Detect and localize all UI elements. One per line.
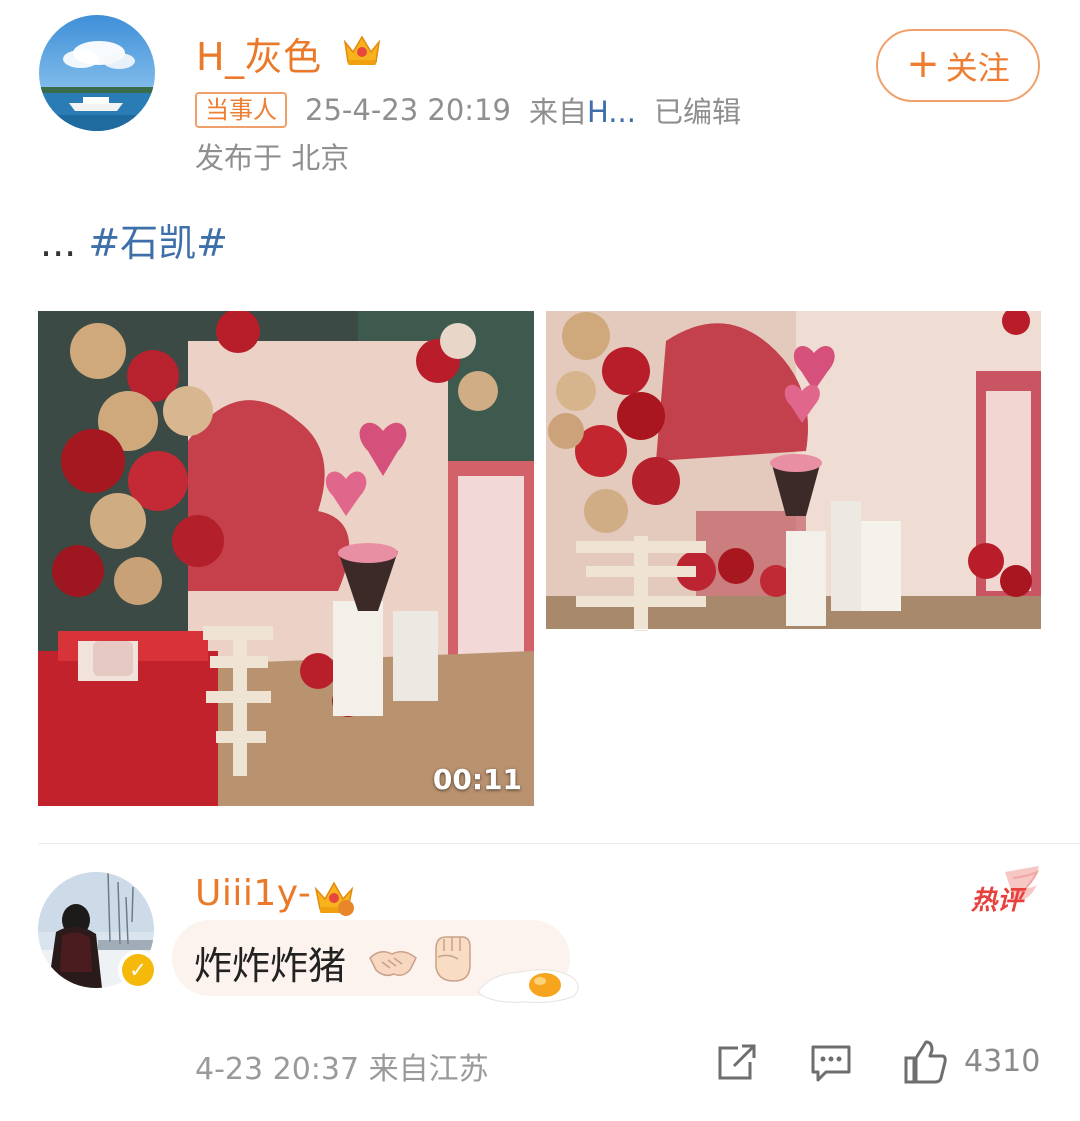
post-text: ... #石凯# xyxy=(40,212,228,267)
comment-text: 炸炸炸猪 xyxy=(194,944,347,988)
divider xyxy=(38,843,1080,844)
share-icon[interactable] xyxy=(716,1044,758,1082)
follow-button[interactable]: + 关注 xyxy=(876,29,1040,102)
handshake-emoji-icon xyxy=(369,951,417,977)
video-thumbnail[interactable]: 00:11 xyxy=(38,311,534,806)
comment-username[interactable]: Uiii1y- xyxy=(195,873,311,914)
photo-thumbnail[interactable] xyxy=(546,311,1041,806)
comment-icon[interactable] xyxy=(810,1044,852,1082)
fried-egg-sticker-icon xyxy=(477,969,579,1003)
source-prefix: 来自 xyxy=(528,95,587,129)
plus-icon: + xyxy=(906,40,940,87)
post-meta: 当事人 25-4-23 20:19 来自H... 已编辑 xyxy=(195,90,741,130)
vip-crown-icon xyxy=(314,881,354,916)
like-icon[interactable] xyxy=(902,1040,948,1084)
video-duration: 00:11 xyxy=(432,763,522,796)
hot-comment-label: 热评 xyxy=(971,886,1024,916)
post-source[interactable]: 来自H... xyxy=(529,89,636,131)
verified-badge-icon: ✓ xyxy=(118,950,158,990)
edited-label[interactable]: 已编辑 xyxy=(654,89,741,131)
like-count: 4310 xyxy=(964,1044,1041,1079)
vip-crown-icon xyxy=(343,35,381,65)
post-text-prefix: ... xyxy=(40,221,77,265)
post-location: 发布于 北京 xyxy=(195,141,350,175)
post-author-avatar[interactable] xyxy=(39,15,155,131)
comment-source: 来自江苏 xyxy=(368,1052,489,1087)
hot-comment-badge: 热评 xyxy=(965,866,1043,918)
post-time: 25-4-23 20:19 xyxy=(305,93,511,127)
fist-emoji-icon xyxy=(435,936,471,982)
party-tag: 当事人 xyxy=(195,92,287,128)
post-username[interactable]: H_灰色 xyxy=(196,26,322,81)
source-name[interactable]: H... xyxy=(587,95,636,129)
comment-meta: 4-23 20:37 来自江苏 xyxy=(195,1044,489,1088)
follow-label: 关注 xyxy=(945,48,1010,87)
comment-time: 4-23 20:37 xyxy=(195,1052,360,1087)
hashtag-link[interactable]: #石凯# xyxy=(88,221,228,265)
verified-check-icon: ✓ xyxy=(122,954,154,986)
